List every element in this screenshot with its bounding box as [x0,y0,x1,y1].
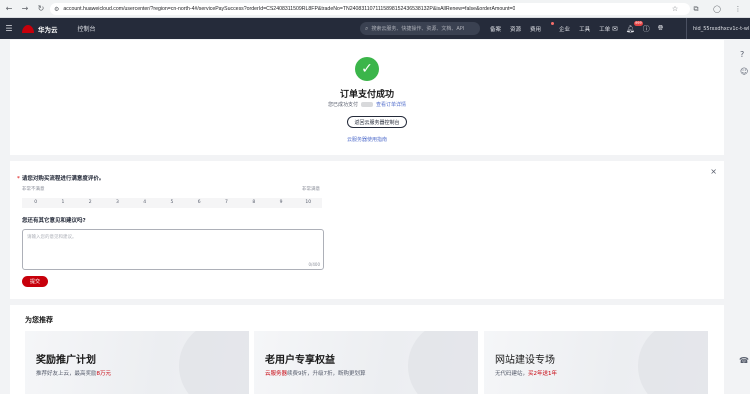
menu-tickets[interactable]: 工单 [599,25,610,33]
recommend-title: 为您推荐 [25,316,53,324]
rating-option-0[interactable]: 0 [22,198,49,208]
required-mark: * [17,176,20,182]
search-icon: ⌕ [365,24,369,32]
server-guide-link-text[interactable]: 云服务器使用指南 [347,137,387,143]
rating-scale: 0 1 2 3 4 5 6 7 8 9 10 [22,198,322,208]
bookmark-star-icon[interactable]: ☆ [669,3,681,15]
desc-highlight: 云服务器 [265,371,288,377]
hot-dot [551,21,555,25]
decorative-shape [179,331,249,394]
help-icon[interactable]: ⓘ [643,24,650,34]
decorative-shape [408,331,478,394]
satisfaction-question-text: 请您对购买流程进行满意度评价。 [21,176,105,182]
header-menu: 备案 资源 费用 企业 工具 工单 [490,18,619,39]
suggestion-question: 您还有其它意见和建议吗? [22,218,86,224]
recommend-item-loyalty[interactable]: 老用户专享权益 云服务器续费9折，升级7折，断购更划算 [254,331,478,394]
customer-service-icon[interactable]: ☎ [739,356,749,365]
extensions-icon[interactable]: ⧉ [690,3,702,15]
recommend-item-referral[interactable]: 奖励推广计划 推荐好友上云，最高奖励8万元 [25,331,249,394]
header-icons: ✉ 🔔︎ 999 ⓘ 🌐︎ [612,18,663,39]
menu-billing[interactable]: 费用 [530,21,555,33]
survey-card: * 请您对购买流程进行满意度评价。 × 非常不满意 非常满意 0 1 2 3 4 … [10,161,724,299]
success-title: 订单支付成功 [339,90,394,100]
menu-resources[interactable]: 资源 [510,25,521,33]
help-float-icon[interactable]: ? [740,50,750,59]
amount-mask [361,102,373,107]
recommend-item-desc: 无代码建站，买2年送1年 [495,369,557,377]
menu-enterprise[interactable]: 企业 [559,25,570,33]
reload-icon[interactable]: ↻ [34,2,48,16]
language-icon[interactable]: 🌐︎ [658,24,664,33]
recommend-item-desc: 推荐好友上云，最高奖励8万元 [36,369,111,377]
recommend-item-desc: 云服务器续费9折，升级7折，断购更划算 [265,369,366,377]
notification-badge: 999 [634,20,643,26]
char-counter: 0/400 [308,262,320,267]
scale-low-label: 非常不满意 [22,187,45,192]
user-account[interactable]: hid_55rxxdhxcv1c-t-wl [686,18,750,39]
recommend-item-title: 老用户专享权益 [265,355,335,366]
desc-highlight: 买2年送1年 [528,371,558,377]
rating-option-9[interactable]: 9 [267,198,294,208]
server-guide-link: 云服务器使用指南 [10,136,724,143]
satisfaction-question: * 请您对购买流程进行满意度评价。 [17,174,104,182]
paid-text: 您已成功支付 [327,102,358,108]
side-tools: ? ☺ [740,50,750,76]
search-placeholder: 搜索云服务、快捷操作、资源、文档、API [371,26,465,32]
recommend-item-title: 网站建设专场 [495,355,555,366]
console-header: ☰ 华为云 控制台 ⌕ 搜索云服务、快捷操作、资源、文档、API 备案 资源 费… [0,18,750,39]
desc-text: 推荐好友上云，最高奖励 [36,371,97,377]
browser-menu-icon[interactable]: ⋮ [732,3,744,15]
submit-button[interactable]: 提交 [22,276,48,287]
forward-arrow-icon[interactable]: → [18,2,32,16]
rating-option-3[interactable]: 3 [104,198,131,208]
desc-text: 无代码建站， [495,371,529,377]
browser-toolbar: ← → ↻ ⚙ account.huaweicloud.com/usercent… [0,0,750,18]
recommend-item-title: 奖励推广计划 [36,355,96,366]
rating-option-4[interactable]: 4 [131,198,158,208]
success-subtitle: 您已成功支付 查看订单详情 [10,101,724,108]
brand-name: 华为云 [38,25,58,34]
rating-option-6[interactable]: 6 [186,198,213,208]
desc-text-suffix: 续费9折，升级7折，断购更划算 [287,371,366,377]
rating-option-7[interactable]: 7 [213,198,240,208]
rating-option-2[interactable]: 2 [77,198,104,208]
menu-beian[interactable]: 备案 [490,25,501,33]
recommend-item-website[interactable]: 网站建设专场 无代码建站，买2年送1年 [484,331,708,394]
profile-icon[interactable]: ◯ [711,3,723,15]
scale-high-label: 非常满意 [302,187,320,192]
close-icon[interactable]: × [710,167,717,176]
recommend-card: 为您推荐 奖励推广计划 推荐好友上云，最高奖励8万元 老用户专享权益 云服务器续… [10,305,724,394]
view-order-link[interactable]: 查看订单详情 [376,102,406,108]
desc-highlight: 8万元 [96,371,112,377]
textarea-placeholder: 请输入您的意见和建议。 [27,235,77,240]
rating-option-10[interactable]: 10 [295,198,322,208]
console-link[interactable]: 控制台 [78,24,96,33]
menu-icon[interactable]: ☰ [0,18,18,39]
address-bar[interactable]: ⚙ account.huaweicloud.com/usercenter/?re… [50,3,690,15]
rating-option-5[interactable]: 5 [158,198,185,208]
menu-billing-label: 费用 [530,26,542,33]
message-icon[interactable]: ✉ [612,25,618,33]
menu-tools[interactable]: 工具 [579,25,590,33]
success-check-icon: ✓ [355,57,379,81]
url-text: account.huaweicloud.com/usercenter/?regi… [63,6,516,12]
back-arrow-icon[interactable]: ← [2,2,16,16]
header-search-input[interactable]: ⌕ 搜索云服务、快捷操作、资源、文档、API [360,22,480,35]
decorative-shape [638,331,708,394]
feedback-smile-icon[interactable]: ☺ [740,67,750,76]
site-info-icon[interactable]: ⚙ [54,6,59,13]
brand-logo[interactable]: 华为云 [22,24,58,34]
back-to-console-button[interactable]: 返回云服务器控制台 [347,116,407,128]
notification-bell-icon[interactable]: 🔔︎ 999 [626,20,643,33]
rating-option-1[interactable]: 1 [49,198,76,208]
rating-option-8[interactable]: 8 [240,198,267,208]
suggestion-textarea[interactable]: 请输入您的意见和建议。 0/400 [22,229,324,270]
huawei-logo-icon [22,24,34,33]
success-card: ✓ 订单支付成功 您已成功支付 查看订单详情 返回云服务器控制台 云服务器使用指南 [10,40,724,155]
